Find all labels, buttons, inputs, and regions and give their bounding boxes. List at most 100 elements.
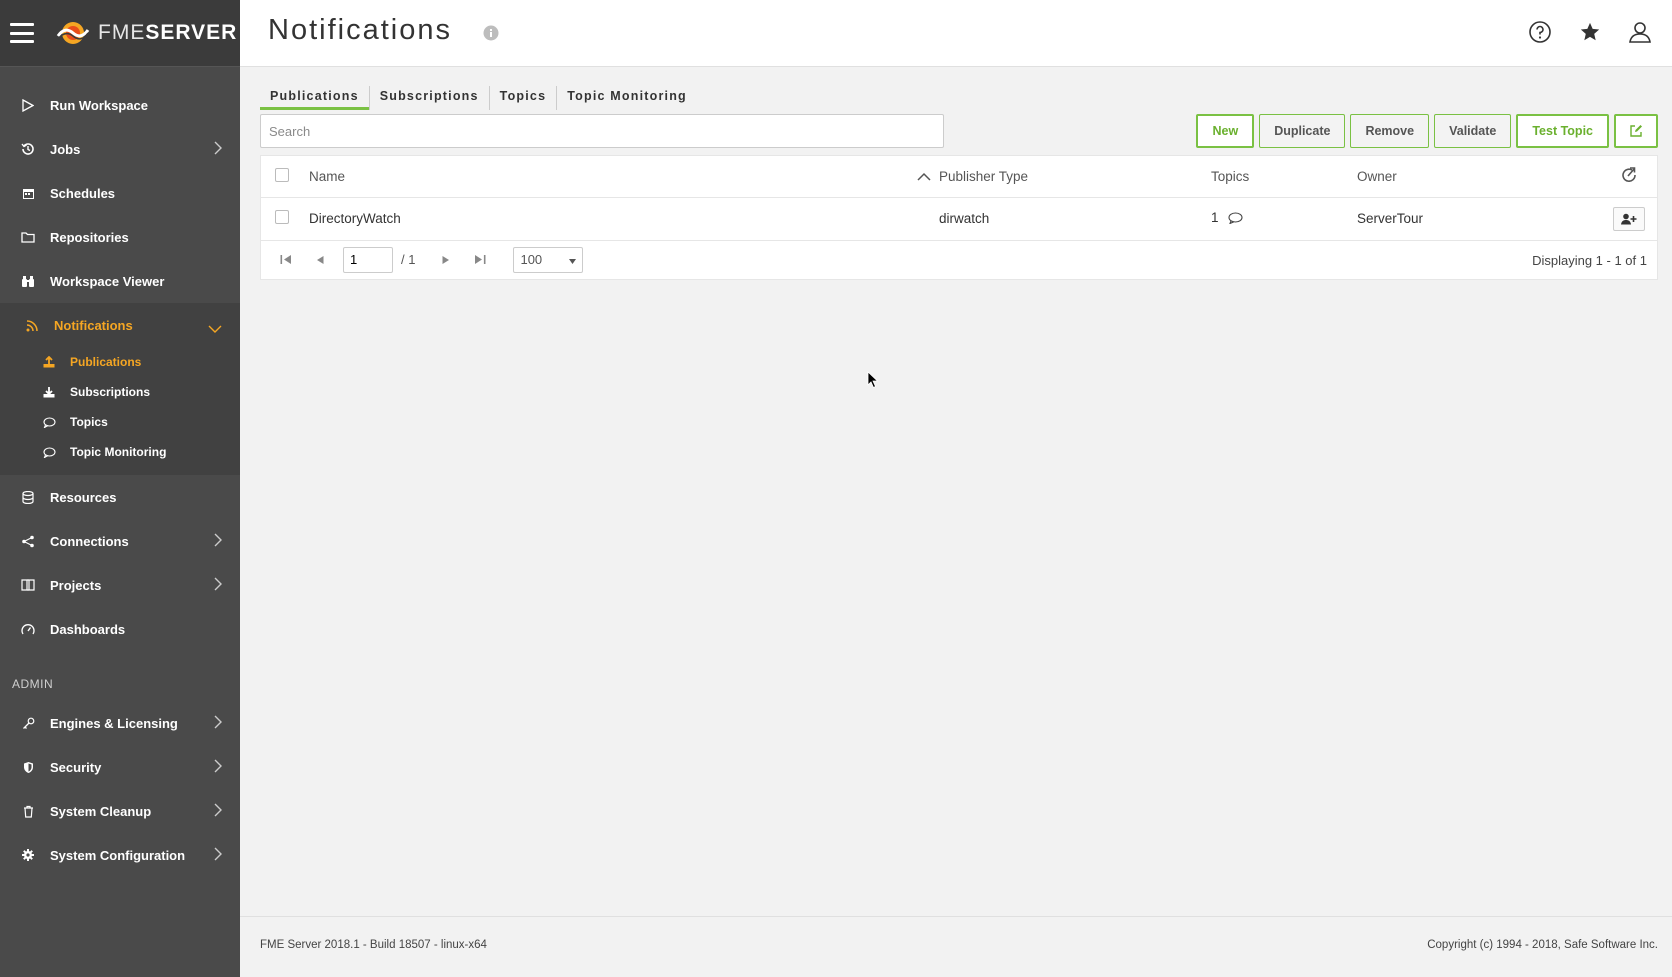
- change-owner-icon[interactable]: [1621, 167, 1637, 185]
- column-header-owner[interactable]: Owner: [1357, 156, 1601, 198]
- gear-icon: [20, 847, 36, 863]
- caret-down-icon: [569, 252, 577, 267]
- fme-logo[interactable]: FMESERVER: [56, 18, 237, 48]
- column-header-actions: [1601, 156, 1657, 198]
- sidebar-item-workspace-viewer[interactable]: Workspace Viewer: [0, 259, 240, 303]
- new-button[interactable]: New: [1196, 114, 1255, 148]
- edit-icon: [1630, 125, 1642, 137]
- remove-button[interactable]: Remove: [1350, 114, 1430, 148]
- prev-page-icon[interactable]: [309, 255, 331, 265]
- folder-icon: [20, 229, 36, 245]
- tab-topics[interactable]: Topics: [490, 86, 558, 110]
- main-content: Publications Subscriptions Topics Topic …: [240, 68, 1672, 916]
- sidebar: FMESERVER Run Workspace Jobs Schedules R…: [0, 0, 240, 977]
- sidebar-item-system-configuration[interactable]: System Configuration: [0, 833, 240, 877]
- column-header-label: Name: [309, 168, 346, 184]
- chevron-right-icon: [214, 577, 222, 594]
- row-checkbox[interactable]: [275, 210, 289, 224]
- sidebar-item-run-workspace[interactable]: Run Workspace: [0, 83, 240, 127]
- chevron-right-icon: [214, 533, 222, 550]
- subnav-item-subscriptions[interactable]: Subscriptions: [0, 377, 240, 407]
- per-page-value: 100: [520, 252, 543, 267]
- column-header-name[interactable]: Name: [309, 156, 939, 198]
- sidebar-item-projects[interactable]: Projects: [0, 563, 240, 607]
- cell-name[interactable]: DirectoryWatch: [309, 197, 939, 241]
- tab-topic-monitoring[interactable]: Topic Monitoring: [557, 86, 697, 110]
- sidebar-item-connections[interactable]: Connections: [0, 519, 240, 563]
- duplicate-button[interactable]: Duplicate: [1259, 114, 1346, 148]
- page-total: / 1: [401, 252, 416, 267]
- book-icon: [20, 577, 36, 593]
- select-all-checkbox[interactable]: [275, 167, 289, 182]
- cell-owner: ServerTour: [1357, 197, 1601, 241]
- mouse-cursor-icon: [867, 371, 879, 394]
- sidebar-item-system-cleanup[interactable]: System Cleanup: [0, 789, 240, 833]
- sidebar-item-label: Security: [50, 759, 102, 775]
- play-icon: [20, 97, 36, 113]
- sidebar-item-label: Engines & Licensing: [50, 715, 178, 731]
- sidebar-item-security[interactable]: Security: [0, 745, 240, 789]
- sidebar-item-label: Run Workspace: [50, 97, 149, 113]
- chevron-right-icon: [214, 759, 222, 776]
- sidebar-item-label: Resources: [50, 489, 117, 505]
- subnav-item-topics[interactable]: Topics: [0, 407, 240, 437]
- sidebar-item-dashboards[interactable]: Dashboards: [0, 607, 240, 651]
- first-page-icon[interactable]: [275, 254, 297, 265]
- sidebar-item-label: System Cleanup: [50, 803, 152, 819]
- column-header-topics[interactable]: Topics: [1211, 156, 1357, 198]
- binoculars-icon: [20, 273, 36, 289]
- hamburger-menu-icon[interactable]: [10, 23, 34, 43]
- subnav-item-topic-monitoring[interactable]: Topic Monitoring: [0, 437, 240, 467]
- sidebar-item-label: Jobs: [50, 141, 81, 157]
- build-info: FME Server 2018.1 - Build 18507 - linux-…: [260, 939, 487, 951]
- page-number-input[interactable]: [343, 246, 393, 273]
- next-page-icon[interactable]: [435, 255, 457, 265]
- trash-icon: [20, 803, 36, 819]
- history-icon: [20, 141, 36, 157]
- add-user-icon: [1621, 213, 1637, 224]
- tab-subscriptions[interactable]: Subscriptions: [368, 86, 490, 110]
- subnav-item-publications[interactable]: Publications: [0, 347, 240, 377]
- validate-button[interactable]: Validate: [1434, 114, 1512, 148]
- last-page-icon[interactable]: [469, 254, 491, 265]
- row-select-cell: [261, 197, 309, 241]
- star-icon[interactable]: [1576, 18, 1604, 46]
- cell-actions: [1601, 197, 1657, 241]
- column-header-publisher-type[interactable]: Publisher Type: [939, 156, 1211, 198]
- select-all-cell: [261, 156, 309, 198]
- info-icon[interactable]: [483, 25, 499, 46]
- sidebar-item-label: System Configuration: [50, 847, 186, 863]
- sidebar-item-schedules[interactable]: Schedules: [0, 171, 240, 215]
- action-buttons: New Duplicate Remove Validate Test Topic: [1196, 114, 1658, 148]
- comment-icon: [42, 415, 56, 429]
- search-input[interactable]: [260, 114, 944, 148]
- user-icon[interactable]: [1626, 18, 1654, 46]
- table-row[interactable]: DirectoryWatch dirwatch 1 ServerTour: [261, 197, 1657, 241]
- add-user-button[interactable]: [1613, 206, 1645, 231]
- test-topic-button[interactable]: Test Topic: [1516, 114, 1609, 148]
- sidebar-item-label: Schedules: [50, 185, 116, 201]
- subnav-item-label: Subscriptions: [70, 385, 151, 399]
- sort-ascending-icon: [917, 169, 931, 184]
- sidebar-item-label: Dashboards: [50, 621, 126, 637]
- tab-publications[interactable]: Publications: [260, 86, 369, 110]
- tab-bar: Publications Subscriptions Topics Topic …: [260, 86, 697, 110]
- rss-icon: [24, 317, 40, 333]
- sidebar-item-resources[interactable]: Resources: [0, 475, 240, 519]
- sidebar-item-jobs[interactable]: Jobs: [0, 127, 240, 171]
- page-title: Notifications: [268, 14, 452, 46]
- chevron-right-icon: [214, 715, 222, 732]
- main-nav: Run Workspace Jobs Schedules Repositorie…: [0, 83, 240, 347]
- table-header-row: Name Publisher Type Topics Owner: [261, 156, 1657, 198]
- footer: FME Server 2018.1 - Build 18507 - linux-…: [240, 916, 1672, 977]
- displaying-count: Displaying 1 - 1 of 1: [1532, 252, 1647, 268]
- sidebar-item-repositories[interactable]: Repositories: [0, 215, 240, 259]
- sidebar-item-notifications[interactable]: Notifications: [0, 303, 240, 347]
- brand-prefix: FME: [98, 21, 146, 44]
- edit-button[interactable]: [1614, 114, 1658, 148]
- top-header: Notifications: [240, 0, 1672, 67]
- sidebar-item-engines-licensing[interactable]: Engines & Licensing: [0, 701, 240, 745]
- chevron-right-icon: [214, 141, 222, 158]
- help-icon[interactable]: [1526, 18, 1554, 46]
- per-page-select[interactable]: 100: [513, 246, 584, 273]
